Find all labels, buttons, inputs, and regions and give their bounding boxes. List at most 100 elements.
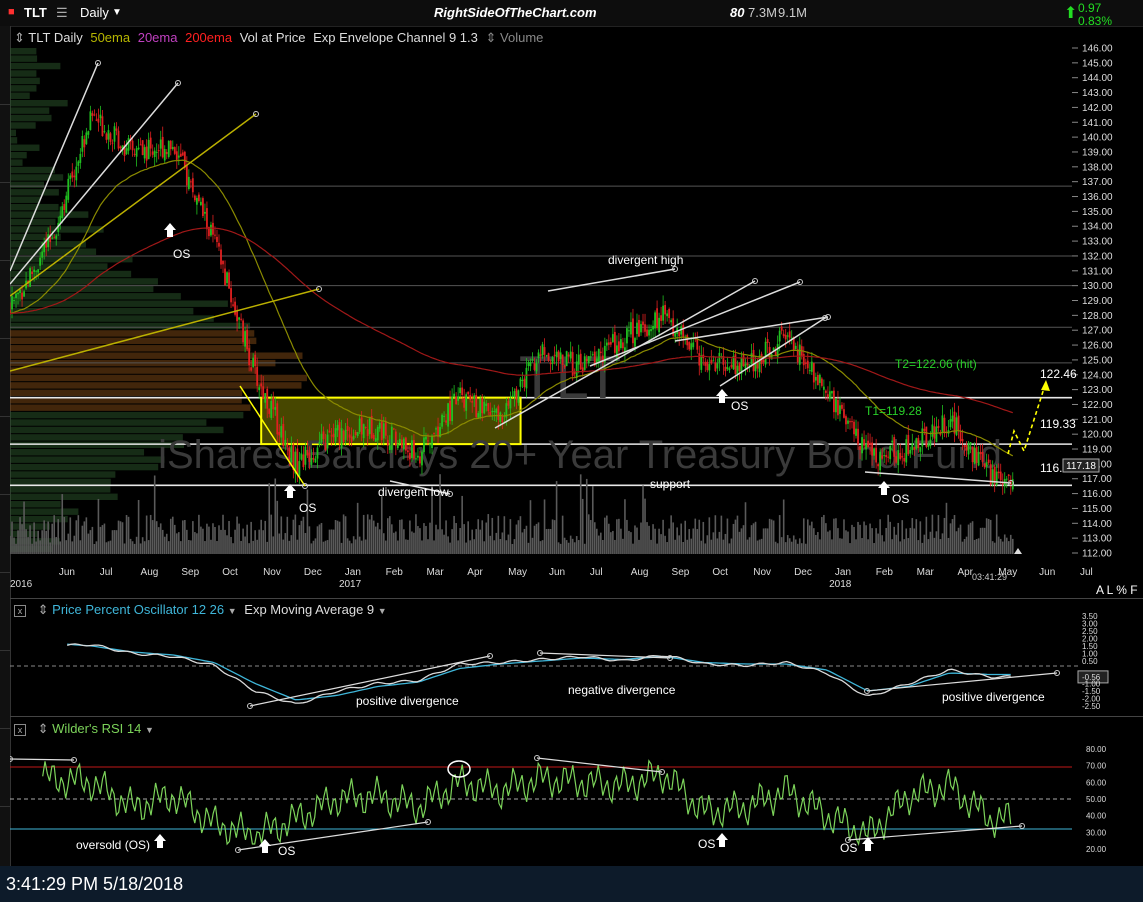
candle-body: [736, 365, 739, 375]
volume-bar: [543, 499, 546, 554]
rsi-chart[interactable]: 80.00 70.00 60.00 50.00 40.00 30.00 20.00 over…: [10, 716, 1143, 866]
volume-bar: [527, 542, 530, 554]
volume-bar: [180, 541, 182, 554]
volume-bar: [298, 525, 301, 554]
price-chart[interactable]: TLT iShares Barclays 20+ Year Treasury B…: [10, 26, 1143, 598]
volume-bar: [190, 540, 192, 554]
volume-bar: [222, 514, 224, 554]
candle-body: [159, 139, 162, 149]
chart-mode-buttons[interactable]: A L % F: [1096, 583, 1138, 597]
study-tab[interactable]: [0, 260, 10, 339]
candle-body: [893, 437, 896, 457]
candle-body: [531, 359, 534, 361]
candle-body: [822, 386, 825, 390]
volume-bar: [612, 530, 614, 554]
study-tab[interactable]: [0, 572, 10, 651]
volume-bar: [77, 515, 80, 554]
volume-bar: [487, 514, 490, 554]
volume-bar: [415, 514, 417, 554]
legend-volume[interactable]: Volume: [500, 30, 543, 45]
volume-bar: [714, 515, 717, 554]
volume-bar: [451, 529, 453, 554]
volume-bar: [997, 536, 1000, 554]
candle-body: [700, 355, 703, 370]
volume-bar: [961, 541, 964, 554]
study-tab[interactable]: [0, 104, 10, 183]
volume-bar: [525, 525, 528, 554]
legend-envelope[interactable]: Exp Envelope Channel 9 1.3: [313, 30, 478, 45]
symbol-selector[interactable]: TLT: [24, 5, 47, 20]
volume-bar: [533, 525, 536, 554]
study-tab[interactable]: [0, 26, 10, 105]
candle-body: [195, 197, 198, 205]
candle-body: [79, 153, 82, 163]
volume-bar: [931, 514, 934, 554]
rsi-tick-label: 20.00: [1086, 845, 1107, 854]
volume-bar: [324, 540, 327, 554]
volume-bar: [163, 536, 166, 554]
candle-body: [163, 149, 166, 161]
legend-ema20[interactable]: 20ema: [138, 30, 178, 45]
volume-bar: [999, 538, 1002, 554]
legend-ema200[interactable]: 200ema: [185, 30, 232, 45]
volume-bar: [49, 542, 51, 554]
volume-bar: [796, 543, 799, 554]
candle-body: [296, 448, 299, 475]
legend-ema50[interactable]: 50ema: [90, 30, 130, 45]
candle-body: [955, 417, 958, 436]
level-label-122: 122.46: [1040, 367, 1077, 381]
candle-body: [664, 304, 667, 315]
volume-bar: [523, 528, 526, 554]
candle-body: [1005, 478, 1008, 480]
volume-bar: [879, 519, 881, 554]
candle-body: [330, 435, 333, 437]
candle-body: [479, 398, 482, 418]
drag-handle-icon[interactable]: ⇕: [486, 30, 497, 45]
price-tick-label: 120.00: [1082, 430, 1113, 441]
legend-vap[interactable]: Vol at Price: [240, 30, 306, 45]
menu-icon[interactable]: ☰: [56, 5, 68, 21]
candle-body: [117, 130, 120, 149]
candle-body: [304, 446, 307, 465]
study-tab[interactable]: [0, 416, 10, 495]
volume-bar: [356, 502, 359, 554]
volume-bar: [535, 523, 538, 554]
volume-bar: [511, 543, 514, 554]
ppo-chart[interactable]: 3.503.002.502.001.501.000.50-0.56-1.00-1…: [10, 598, 1143, 716]
study-tab[interactable]: [0, 338, 10, 417]
time-tick-label: 2017: [339, 579, 362, 590]
candle-body: [764, 341, 767, 365]
candle-body: [73, 175, 76, 178]
interval-selector[interactable]: Daily: [80, 5, 109, 20]
chevron-down-icon[interactable]: ▼: [112, 7, 122, 18]
candle-body: [206, 208, 208, 230]
volume-bar: [236, 516, 238, 554]
volume-bar: [461, 495, 463, 554]
candle-body: [222, 260, 224, 265]
study-tab[interactable]: [0, 182, 10, 261]
study-tab[interactable]: [0, 650, 10, 729]
drag-handle-icon[interactable]: ⇕: [14, 30, 25, 45]
volume-bar: [855, 539, 857, 554]
candle-body: [441, 414, 443, 427]
volume-bar: [579, 474, 582, 554]
candle-body: [51, 237, 54, 239]
candle-body: [457, 396, 460, 401]
candle-body: [587, 356, 590, 364]
volume-bar: [827, 531, 829, 554]
price-tick-label: 127.00: [1082, 326, 1113, 337]
candle-body: [778, 330, 781, 342]
study-tab[interactable]: [0, 494, 10, 573]
symbol-color-icon[interactable]: ■: [8, 6, 15, 18]
volume-bar: [549, 529, 552, 554]
volume-bar: [616, 519, 618, 554]
volume-bar: [57, 519, 60, 554]
candle-body: [513, 391, 516, 397]
volume-bar: [869, 523, 871, 554]
volume-bar: [895, 534, 898, 554]
volume-bar: [608, 523, 610, 554]
candle-body: [396, 443, 399, 449]
candle-body: [907, 434, 910, 455]
study-tab[interactable]: [0, 728, 10, 807]
legend-symbol[interactable]: TLT Daily: [28, 30, 82, 45]
